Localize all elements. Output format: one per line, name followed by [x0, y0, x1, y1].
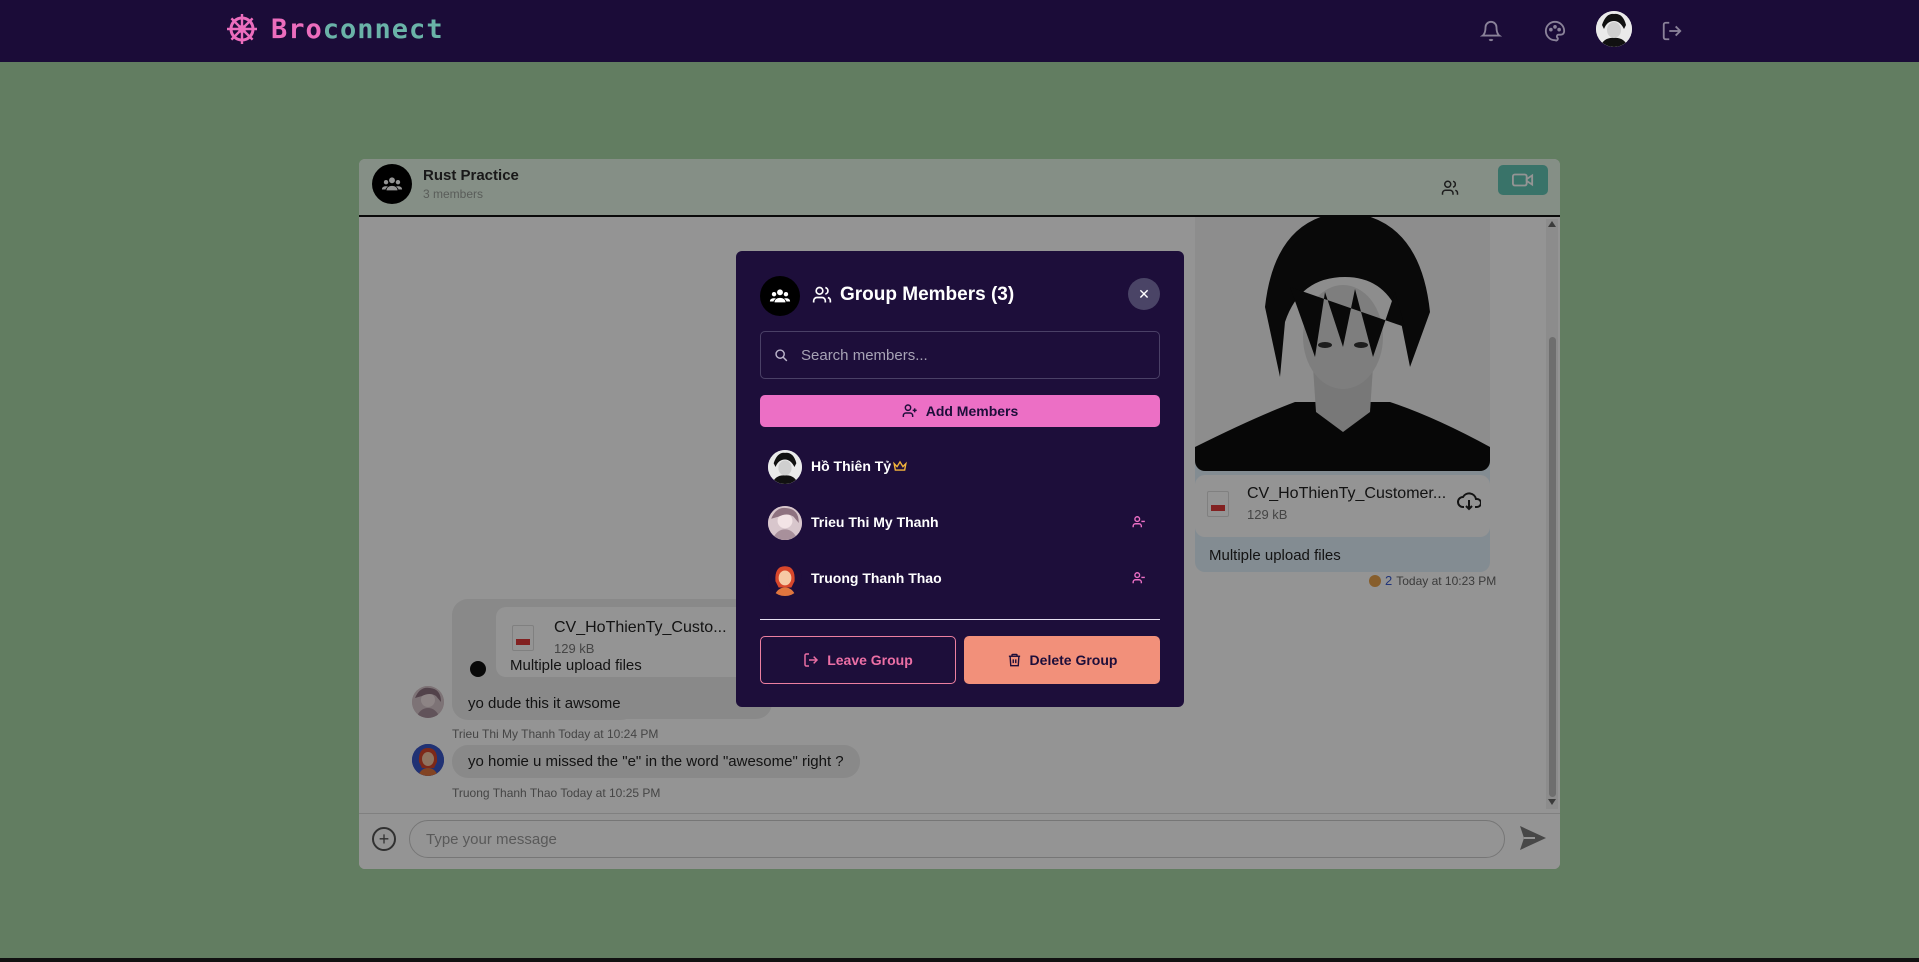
member-avatar — [768, 506, 802, 540]
user-avatar[interactable] — [1596, 11, 1632, 47]
remove-member-icon[interactable] — [1132, 515, 1148, 531]
group-avatar — [760, 276, 800, 316]
brand-part-2: connect — [322, 13, 444, 45]
user-plus-icon — [902, 404, 917, 417]
search-icon — [774, 348, 788, 367]
crown-icon — [893, 459, 907, 477]
add-members-label: Add Members — [925, 403, 1019, 419]
close-icon: ✕ — [1138, 285, 1150, 302]
member-avatar — [768, 450, 802, 484]
palette-icon[interactable] — [1539, 15, 1571, 47]
leave-group-button[interactable]: Leave Group — [760, 636, 956, 684]
group-members-modal: Group Members (3) ✕ Add Members Hồ Thiên… — [736, 251, 1184, 707]
bottom-edge — [0, 958, 1919, 962]
leave-group-label: Leave Group — [827, 652, 913, 668]
bell-icon[interactable] — [1475, 15, 1507, 47]
logout-icon[interactable] — [1656, 15, 1688, 47]
group-icon — [769, 289, 791, 303]
brand-part-1: Bro — [271, 13, 323, 45]
member-row[interactable]: Trieu Thi My Thanh — [760, 500, 1160, 546]
users-icon — [812, 285, 832, 310]
brand-logo[interactable]: Broconnect — [225, 12, 444, 46]
search-members-input[interactable] — [801, 340, 1151, 370]
member-name: Trieu Thi My Thanh — [811, 514, 939, 530]
delete-group-label: Delete Group — [1029, 652, 1118, 668]
member-search — [760, 331, 1160, 379]
close-button[interactable]: ✕ — [1128, 278, 1160, 310]
trash-icon — [1008, 653, 1020, 667]
modal-title: Group Members (3) — [840, 284, 1015, 305]
add-members-button[interactable]: Add Members — [760, 395, 1160, 427]
member-row[interactable]: Hồ Thiên Tỷ — [760, 444, 1160, 490]
modal-divider — [760, 619, 1160, 620]
delete-group-button[interactable]: Delete Group — [964, 636, 1160, 684]
remove-member-icon[interactable] — [1132, 571, 1148, 587]
member-name: Hồ Thiên Tỷ — [811, 458, 892, 474]
member-name: Truong Thanh Thao — [811, 570, 942, 586]
member-avatar — [768, 562, 802, 596]
wheel-logo-icon — [227, 14, 257, 44]
member-row[interactable]: Truong Thanh Thao — [760, 556, 1160, 602]
top-navbar: Broconnect — [0, 0, 1919, 62]
logout-icon — [804, 653, 819, 667]
